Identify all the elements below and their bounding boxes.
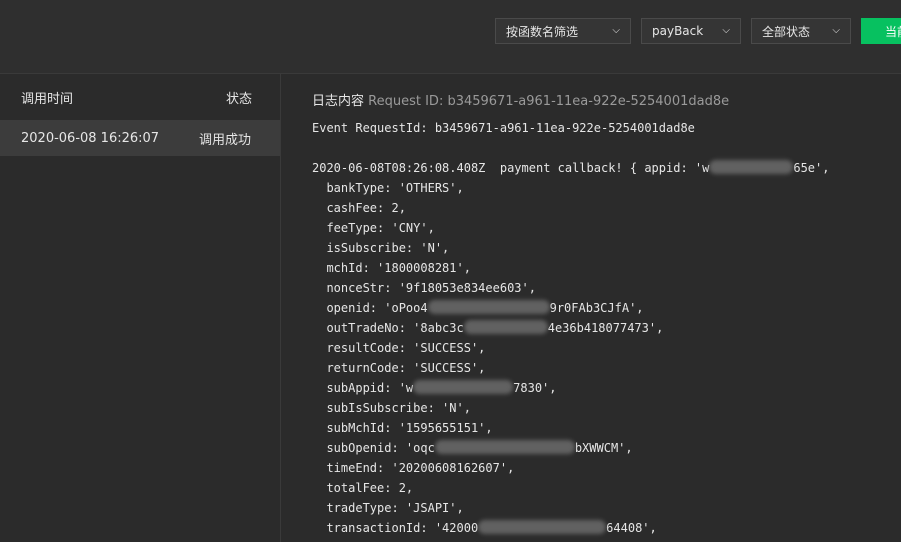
- chevron-down-icon: ⌵: [612, 25, 620, 36]
- log-line: returnCode: 'SUCCESS',: [312, 361, 486, 375]
- invocation-list: 调用时间 状态 2020-06-08 16:26:07 调用成功: [0, 74, 281, 542]
- log-line: 9r0FAb3CJfA',: [549, 301, 644, 315]
- log-line: 4e36b418077473',: [547, 321, 664, 335]
- log-line: mchId: '1800008281',: [312, 261, 471, 275]
- log-line: nonceStr: '9f18053e834ee603',: [312, 281, 536, 295]
- current-button-label: 当前: [885, 24, 901, 39]
- col-status-header: 状态: [225, 91, 252, 107]
- list-header: 调用时间 状态: [0, 74, 280, 120]
- redaction-blur: [463, 320, 548, 334]
- chevron-down-icon: ⌵: [722, 25, 730, 36]
- redaction-blur: [413, 380, 514, 394]
- redaction-blur: [709, 160, 794, 174]
- chevron-down-icon: ⌵: [832, 25, 840, 36]
- function-filter-label: 按函数名筛选: [506, 24, 579, 39]
- log-line: subAppid: 'w: [312, 381, 414, 395]
- log-title: 日志内容 Request ID: b3459671-a961-11ea-922e…: [312, 90, 729, 109]
- redaction-blur: [427, 300, 550, 314]
- log-line: subMchId: '1595655151',: [312, 421, 493, 435]
- redaction-blur: [478, 520, 607, 534]
- log-line: subOpenid: 'oqc: [312, 441, 435, 455]
- list-item[interactable]: 2020-06-08 16:26:07 调用成功: [0, 120, 280, 156]
- event-line: Event RequestId: b3459671-a961-11ea-922e…: [312, 121, 695, 135]
- log-title-label: 日志内容: [312, 94, 365, 109]
- status-filter-select[interactable]: 全部状态 ⌵: [751, 18, 851, 44]
- function-name-select[interactable]: payBack ⌵: [641, 18, 741, 44]
- log-line: 64408',: [606, 521, 657, 535]
- log-line: 65e',: [793, 161, 830, 175]
- log-line: isSubscribe: 'N',: [312, 241, 450, 255]
- status-filter-label: 全部状态: [762, 24, 811, 39]
- log-line: timeEnd: '20200608162607',: [312, 461, 515, 475]
- log-line: totalFee: 2,: [312, 481, 414, 495]
- log-line: cashFee: 2,: [312, 201, 406, 215]
- log-line: openid: 'oPoo4: [312, 301, 428, 315]
- redaction-blur: [434, 440, 575, 454]
- function-filter-select[interactable]: 按函数名筛选 ⌵: [495, 18, 631, 44]
- log-line: 2020-06-08T08:26:08.408Z payment callbac…: [312, 161, 710, 175]
- request-id: Request ID: b3459671-a961-11ea-922e-5254…: [368, 94, 730, 109]
- log-line: transactionId: '42000: [312, 521, 479, 535]
- log-line: bXWWCM',: [574, 441, 633, 455]
- log-line: outTradeNo: '8abc3c: [312, 321, 464, 335]
- log-content: Event RequestId: b3459671-a961-11ea-922e…: [312, 118, 829, 538]
- col-time-header: 调用时间: [21, 91, 74, 107]
- current-button[interactable]: 当前: [861, 18, 901, 44]
- invocation-time: 2020-06-08 16:26:07: [21, 130, 160, 146]
- log-line: resultCode: 'SUCCESS',: [312, 341, 486, 355]
- invocation-status: 调用成功: [198, 132, 251, 148]
- log-line: subIsSubscribe: 'N',: [312, 401, 471, 415]
- log-line: tradeType: 'JSAPI',: [312, 501, 464, 515]
- function-name-label: payBack: [652, 24, 704, 38]
- log-line: bankType: 'OTHERS',: [312, 181, 464, 195]
- log-detail-panel: 日志内容 Request ID: b3459671-a961-11ea-922e…: [281, 74, 901, 542]
- toolbar: 按函数名筛选 ⌵ payBack ⌵ 全部状态 ⌵ 当前: [0, 0, 901, 74]
- log-line: feeType: 'CNY',: [312, 221, 435, 235]
- log-line: 7830',: [513, 381, 557, 395]
